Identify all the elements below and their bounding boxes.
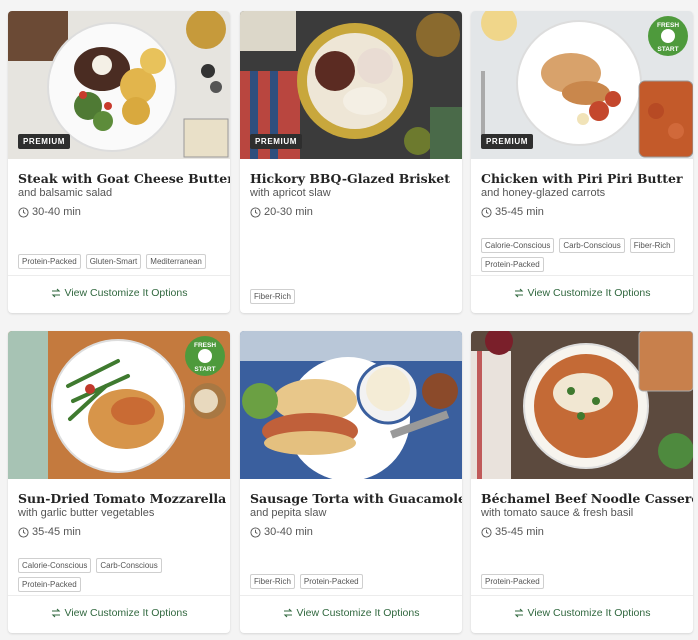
tag-badge: Carb-Conscious	[96, 558, 162, 573]
swap-icon	[51, 608, 60, 618]
tag-list: Protein-Packed Gluten-Smart Mediterranea…	[18, 254, 224, 269]
customize-options-label: View Customize It Options	[296, 607, 420, 619]
divider	[471, 595, 693, 596]
tag-badge: Protein-Packed	[18, 254, 81, 269]
recipe-title[interactable]: Béchamel Beef Noodle Casserole	[481, 491, 693, 506]
recipe-card-piri-piri-chicken[interactable]: PREMIUM FRESH START Chicken with Piri Pi…	[471, 11, 693, 313]
recipe-photo[interactable]: PREMIUM	[240, 11, 462, 159]
recipe-subtitle: with apricot slaw	[250, 187, 331, 199]
recipe-photo[interactable]: PREMIUM	[8, 11, 230, 159]
clock-icon	[18, 206, 29, 218]
divider	[8, 595, 230, 596]
tag-list: Protein-Packed	[481, 574, 687, 589]
tag-badge: Protein-Packed	[481, 257, 544, 272]
recipe-subtitle: with tomato sauce & fresh basil	[481, 507, 634, 519]
tag-badge: Carb-Conscious	[559, 238, 625, 253]
fresh-start-icon: FRESH START	[185, 336, 225, 376]
cook-time-label: 30-40 min	[32, 206, 81, 218]
start-label: START	[194, 366, 215, 373]
clock-icon	[250, 526, 261, 538]
tag-list: Fiber-Rich Protein-Packed	[250, 574, 456, 589]
cook-time: 35-45 min	[18, 526, 81, 538]
recipe-title[interactable]: Sausage Torta with Guacamole	[250, 491, 462, 506]
divider	[471, 275, 693, 276]
recipe-card-steak[interactable]: PREMIUM Steak with Goat Cheese Butter an…	[8, 11, 230, 313]
cook-time: 20-30 min	[250, 206, 313, 218]
recipe-card-sausage-torta[interactable]: Sausage Torta with Guacamole and pepita …	[240, 331, 462, 633]
customize-options-link[interactable]: View Customize It Options	[240, 607, 462, 619]
recipe-photo[interactable]: FRESH START	[8, 331, 230, 479]
tag-badge: Fiber-Rich	[250, 574, 295, 589]
recipe-title[interactable]: Hickory BBQ-Glazed Brisket	[250, 171, 455, 186]
tag-badge: Gluten-Smart	[85, 254, 142, 269]
customize-options-label: View Customize It Options	[64, 607, 188, 619]
recipe-grid: PREMIUM Steak with Goat Cheese Butter an…	[0, 0, 698, 640]
recipe-title[interactable]: Chicken with Piri Piri Butter	[481, 171, 686, 186]
premium-badge: PREMIUM	[18, 134, 70, 149]
customize-options-link[interactable]: View Customize It Options	[8, 287, 230, 299]
recipe-card-bechamel-casserole[interactable]: Béchamel Beef Noodle Casserole with toma…	[471, 331, 693, 633]
tag-badge: Mediterranean	[146, 254, 206, 269]
recipe-subtitle: and honey-glazed carrots	[481, 187, 606, 199]
cook-time: 35-45 min	[481, 526, 544, 538]
swap-icon	[51, 288, 60, 298]
recipe-subtitle: and balsamic salad	[18, 187, 113, 199]
swap-icon	[514, 608, 523, 618]
tag-badge: Calorie-Conscious	[481, 238, 555, 253]
recipe-title[interactable]: Steak with Goat Cheese Butter	[18, 171, 230, 186]
tag-list: Calorie-Conscious Carb-Conscious Fiber-R…	[481, 238, 687, 272]
recipe-photo[interactable]: PREMIUM FRESH START	[471, 11, 693, 159]
recipe-subtitle: and pepita slaw	[250, 507, 327, 519]
customize-options-label: View Customize It Options	[64, 287, 188, 299]
customize-options-label: View Customize It Options	[527, 287, 651, 299]
divider	[8, 275, 230, 276]
cook-time: 35-45 min	[481, 206, 544, 218]
cook-time: 30-40 min	[250, 526, 313, 538]
recipe-card-mozzarella-chicken[interactable]: FRESH START Sun-Dried Tomato Mozzarella …	[8, 331, 230, 633]
customize-options-link[interactable]: View Customize It Options	[471, 287, 693, 299]
recipe-photo[interactable]	[471, 331, 693, 479]
recipe-title[interactable]: Sun-Dried Tomato Mozzarella Chicken	[18, 491, 230, 506]
tag-badge: Fiber-Rich	[250, 289, 295, 304]
customize-options-link[interactable]: View Customize It Options	[8, 607, 230, 619]
tag-list: Fiber-Rich	[250, 289, 456, 304]
tag-badge: Protein-Packed	[18, 577, 81, 592]
recipe-photo[interactable]	[240, 331, 462, 479]
divider	[240, 595, 462, 596]
cook-time-label: 35-45 min	[495, 206, 544, 218]
cook-time: 30-40 min	[18, 206, 81, 218]
recipe-subtitle: with garlic butter vegetables	[18, 507, 155, 519]
cook-time-label: 30-40 min	[264, 526, 313, 538]
clock-icon	[481, 206, 492, 218]
cook-time-label: 35-45 min	[495, 526, 544, 538]
fresh-label: FRESH	[194, 342, 216, 349]
premium-badge: PREMIUM	[250, 134, 302, 149]
clock-icon	[18, 526, 29, 538]
tag-badge: Protein-Packed	[481, 574, 544, 589]
tag-badge: Fiber-Rich	[629, 238, 675, 253]
tag-badge: Protein-Packed	[299, 574, 363, 589]
tag-list: Calorie-Conscious Carb-Conscious Protein…	[18, 558, 224, 592]
fresh-start-icon: FRESH START	[648, 16, 688, 56]
recipe-card-brisket[interactable]: PREMIUM Hickory BBQ-Glazed Brisket with …	[240, 11, 462, 313]
swap-icon	[514, 288, 523, 298]
premium-badge: PREMIUM	[481, 134, 533, 149]
customize-options-label: View Customize It Options	[527, 607, 651, 619]
start-label: START	[657, 46, 678, 53]
fresh-label: FRESH	[657, 22, 679, 29]
clock-icon	[250, 206, 261, 218]
customize-options-link[interactable]: View Customize It Options	[471, 607, 693, 619]
cook-time-label: 35-45 min	[32, 526, 81, 538]
swap-icon	[283, 608, 292, 618]
tag-badge: Calorie-Conscious	[18, 558, 92, 573]
cook-time-label: 20-30 min	[264, 206, 313, 218]
clock-icon	[481, 526, 492, 538]
